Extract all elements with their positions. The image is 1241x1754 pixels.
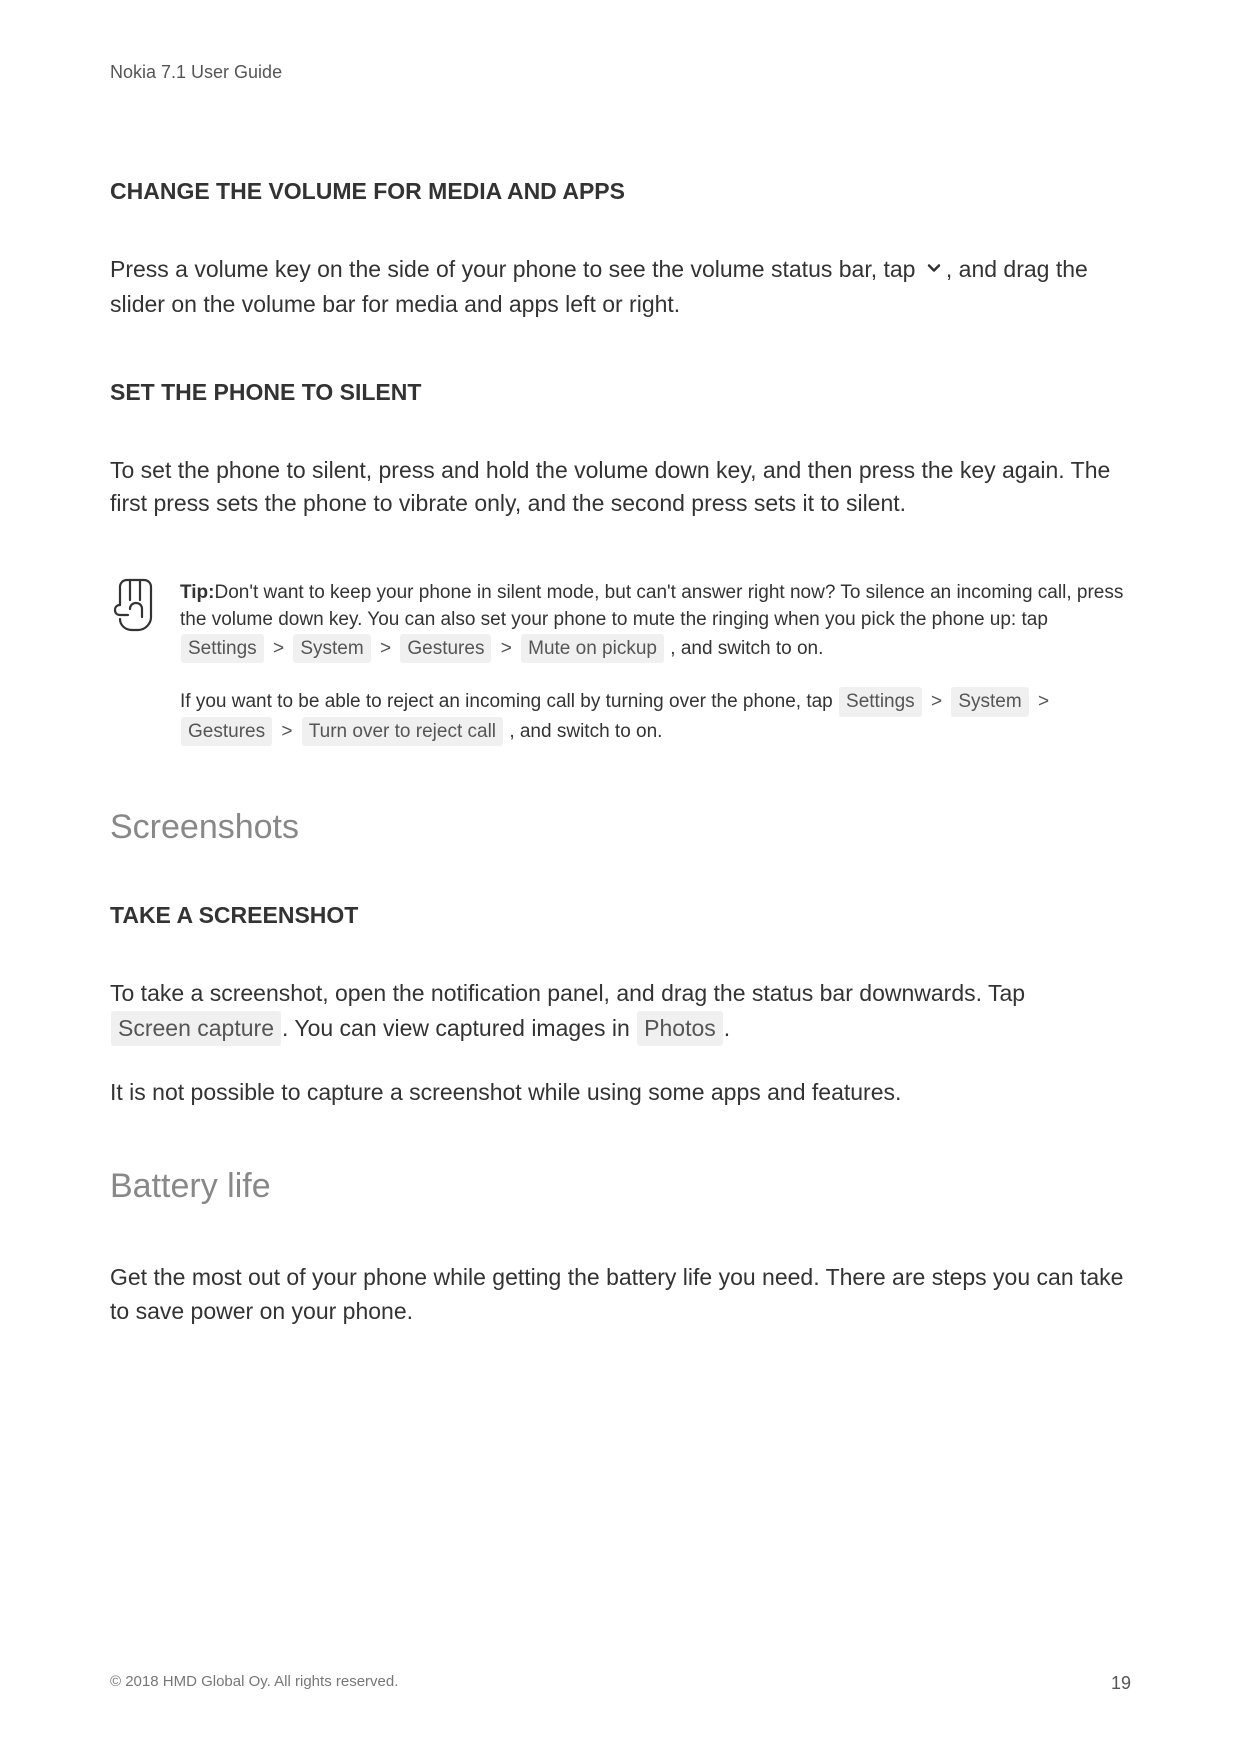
tip-icon [110, 577, 160, 640]
section-heading-take-screenshot: TAKE A SCREENSHOT [110, 902, 1131, 929]
tip-label: Tip: [180, 582, 214, 603]
page-number: 19 [1111, 1673, 1131, 1694]
tip-block: Tip:Don't want to keep your phone in sil… [110, 579, 1131, 771]
tip-p1-part2: , and switch to on. [670, 638, 823, 659]
battery-paragraph: Get the most out of your phone while get… [110, 1261, 1131, 1328]
pill-mute-on-pickup: Mute on pickup [521, 634, 664, 664]
screenshot-paragraph-2: It is not possible to capture a screensh… [110, 1076, 1131, 1109]
tip-p2-part2: , and switch to on. [509, 721, 662, 742]
section-title-screenshots: Screenshots [110, 808, 1131, 847]
pill-settings: Settings [181, 634, 264, 664]
tip-p2-part1: If you want to be able to reject an inco… [180, 691, 838, 712]
pill-settings: Settings [839, 687, 922, 717]
section-title-battery: Battery life [110, 1167, 1131, 1206]
section-heading-silent: SET THE PHONE TO SILENT [110, 379, 1131, 406]
footer: © 2018 HMD Global Oy. All rights reserve… [110, 1673, 1131, 1694]
volume-para-part1: Press a volume key on the side of your p… [110, 256, 922, 282]
pill-screen-capture: Screen capture [111, 1011, 281, 1046]
pill-system: System [951, 687, 1028, 717]
screenshot-p1-part2: . You can view captured images in [282, 1015, 636, 1041]
chevron-down-icon [924, 254, 944, 287]
tip-paragraph-1: Tip:Don't want to keep your phone in sil… [180, 579, 1131, 664]
pill-gestures: Gestures [400, 634, 491, 664]
separator: > [501, 638, 512, 659]
separator: > [273, 638, 284, 659]
screenshot-p1-part3: . [724, 1015, 730, 1041]
pill-photos: Photos [637, 1011, 723, 1046]
tip-paragraph-2: If you want to be able to reject an inco… [180, 687, 1131, 746]
pill-gestures: Gestures [181, 717, 272, 747]
separator: > [380, 638, 391, 659]
silent-paragraph: To set the phone to silent, press and ho… [110, 454, 1131, 521]
screenshot-paragraph-1: To take a screenshot, open the notificat… [110, 977, 1131, 1046]
separator: > [1038, 691, 1049, 712]
screenshot-p1-part1: To take a screenshot, open the notificat… [110, 980, 1025, 1006]
separator: > [281, 721, 292, 742]
volume-paragraph: Press a volume key on the side of your p… [110, 253, 1131, 321]
tip-p1-part1: Don't want to keep your phone in silent … [180, 582, 1123, 631]
document-header: Nokia 7.1 User Guide [110, 62, 1131, 83]
section-heading-volume: CHANGE THE VOLUME FOR MEDIA AND APPS [110, 178, 1131, 205]
pill-system: System [293, 634, 370, 664]
pill-turn-over-to-reject: Turn over to reject call [302, 717, 503, 747]
copyright-text: © 2018 HMD Global Oy. All rights reserve… [110, 1673, 398, 1694]
separator: > [931, 691, 942, 712]
tip-content: Tip:Don't want to keep your phone in sil… [180, 579, 1131, 771]
